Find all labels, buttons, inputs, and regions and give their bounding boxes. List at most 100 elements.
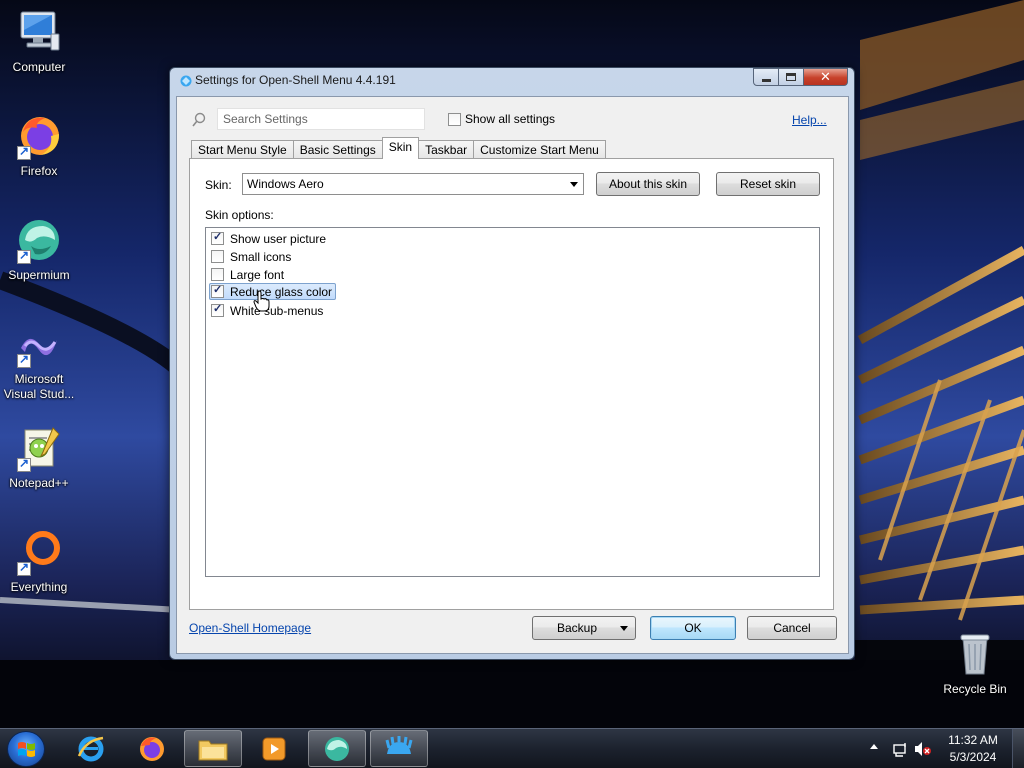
skin-options-label: Skin options: — [205, 208, 274, 222]
ok-button[interactable]: OK — [650, 616, 736, 640]
option-label: Large font — [230, 267, 285, 282]
backup-button-label: Backup — [556, 621, 598, 635]
checkbox[interactable] — [448, 112, 461, 126]
show-all-settings-checkbox[interactable]: Show all settings — [448, 112, 555, 126]
open-shell-icon — [180, 75, 192, 87]
close-button[interactable]: ✕ — [804, 68, 848, 86]
option-label: Show user picture — [230, 231, 327, 246]
show-all-settings-label: Show all settings — [465, 112, 556, 126]
list-item[interactable]: Small icons — [211, 248, 294, 265]
media-player-icon — [262, 737, 286, 760]
tab-skin[interactable]: Skin — [381, 137, 420, 159]
desktop-icon-recycle-bin[interactable]: Recycle Bin — [936, 630, 1014, 697]
taskbar-firefox[interactable] — [123, 730, 181, 767]
option-label: Reduce glass color — [230, 284, 333, 299]
supermium-icon — [325, 736, 349, 761]
desktop-icon-label: Supermium — [8, 268, 70, 282]
recycle-bin-icon — [951, 630, 999, 678]
maximize-button[interactable] — [779, 68, 804, 86]
option-label: Small icons — [230, 249, 292, 264]
search-input[interactable] — [217, 108, 425, 130]
hand-cursor-icon — [253, 290, 271, 315]
caption-buttons: ✕ — [753, 68, 848, 86]
skin-dropdown[interactable]: Windows Aero — [242, 173, 584, 195]
maximize-icon — [786, 73, 796, 81]
desktop-icon-notepadpp[interactable]: Notepad++ — [0, 424, 78, 491]
search-box — [187, 108, 427, 132]
about-skin-button[interactable]: About this skin — [596, 172, 700, 196]
shortcut-arrow-icon — [17, 248, 31, 264]
desktop-icon-label: Firefox — [20, 164, 58, 178]
volume-muted-icon[interactable] — [914, 741, 932, 760]
desktop-icon-visual-studio[interactable]: Microsoft Visual Stud... — [0, 320, 78, 402]
open-shell-settings-icon — [385, 735, 413, 754]
firefox-icon — [140, 736, 164, 761]
desktop-icon-label: Computer — [12, 60, 66, 74]
windows-logo-icon — [18, 742, 35, 757]
shortcut-arrow-icon — [17, 560, 31, 576]
skin-options-list[interactable]: Show user picture Small icons Large font… — [205, 227, 820, 577]
homepage-link[interactable]: Open-Shell Homepage — [189, 621, 311, 635]
show-desktop-button[interactable] — [1012, 729, 1024, 768]
minimize-button[interactable] — [753, 68, 779, 86]
desktop-icon-everything[interactable]: Everything — [0, 528, 78, 595]
list-item[interactable]: Large font — [211, 266, 287, 283]
desktop-icon-label: Everything — [10, 580, 68, 594]
taskbar: 11:32 AM 5/3/2024 — [0, 728, 1024, 768]
supermium-icon — [15, 216, 63, 264]
cancel-button[interactable]: Cancel — [747, 616, 837, 640]
desktop-icon-label: Microsoft Visual Stud... — [3, 372, 75, 401]
chevron-down-icon — [570, 182, 578, 187]
shortcut-arrow-icon — [17, 352, 31, 368]
search-icon — [191, 112, 207, 131]
internet-explorer-icon — [77, 736, 104, 761]
tab-basic-settings[interactable]: Basic Settings — [292, 140, 383, 159]
firefox-icon — [15, 112, 63, 160]
clock[interactable]: 11:32 AM 5/3/2024 — [940, 732, 1006, 766]
title-bar[interactable]: Settings for Open-Shell Menu 4.4.191 ✕ — [170, 68, 854, 94]
skin-dropdown-value: Windows Aero — [247, 177, 324, 191]
settings-window: Settings for Open-Shell Menu 4.4.191 ✕ S… — [169, 67, 855, 660]
clock-time: 11:32 AM — [948, 733, 998, 747]
tab-taskbar[interactable]: Taskbar — [418, 140, 475, 159]
checkbox[interactable] — [211, 250, 224, 263]
list-item-selected[interactable]: Reduce glass color — [209, 283, 337, 300]
reset-skin-button[interactable]: Reset skin — [716, 172, 820, 196]
list-item[interactable]: Show user picture — [211, 230, 329, 247]
help-link[interactable]: Help... — [792, 113, 827, 127]
taskbar-media-player[interactable] — [245, 730, 303, 767]
desktop-icon-label: Notepad++ — [9, 476, 69, 490]
tab-customize-start-menu[interactable]: Customize Start Menu — [473, 140, 606, 159]
taskbar-file-explorer[interactable] — [184, 730, 242, 767]
tab-start-menu-style[interactable]: Start Menu Style — [191, 140, 294, 159]
action-center-icon[interactable] — [892, 741, 908, 760]
desktop-icon-supermium[interactable]: Supermium — [0, 216, 78, 283]
shortcut-arrow-icon — [17, 456, 31, 472]
window-title: Settings for Open-Shell Menu 4.4.191 — [195, 73, 396, 87]
visual-studio-icon — [15, 320, 63, 368]
desktop-icon-computer[interactable]: Computer — [0, 8, 78, 75]
backup-button[interactable]: Backup — [532, 616, 636, 640]
skin-label: Skin: — [205, 178, 232, 192]
everything-icon — [15, 528, 63, 576]
clock-date: 5/3/2024 — [949, 750, 997, 764]
window-client-area: Show all settings Help... Start Menu Sty… — [176, 96, 849, 654]
shortcut-arrow-icon — [17, 144, 31, 160]
chevron-down-icon — [620, 626, 628, 631]
taskbar-supermium[interactable] — [308, 730, 366, 767]
desktop-icon-label: Recycle Bin — [943, 682, 1007, 696]
tab-strip: Start Menu Style Basic Settings Skin Tas… — [191, 137, 606, 159]
minimize-icon — [761, 78, 771, 82]
start-button[interactable] — [7, 731, 45, 767]
taskbar-open-shell-settings[interactable] — [370, 730, 428, 767]
checkbox[interactable] — [211, 230, 224, 245]
desktop-icon-firefox[interactable]: Firefox — [0, 112, 78, 179]
notepadpp-icon — [15, 424, 63, 472]
close-icon: ✕ — [820, 69, 831, 85]
checkbox[interactable] — [211, 268, 224, 281]
computer-icon — [15, 8, 63, 56]
checkbox[interactable] — [211, 283, 224, 298]
checkbox[interactable] — [211, 302, 224, 317]
taskbar-internet-explorer[interactable] — [62, 730, 120, 767]
show-hidden-icons-icon[interactable] — [870, 744, 878, 749]
